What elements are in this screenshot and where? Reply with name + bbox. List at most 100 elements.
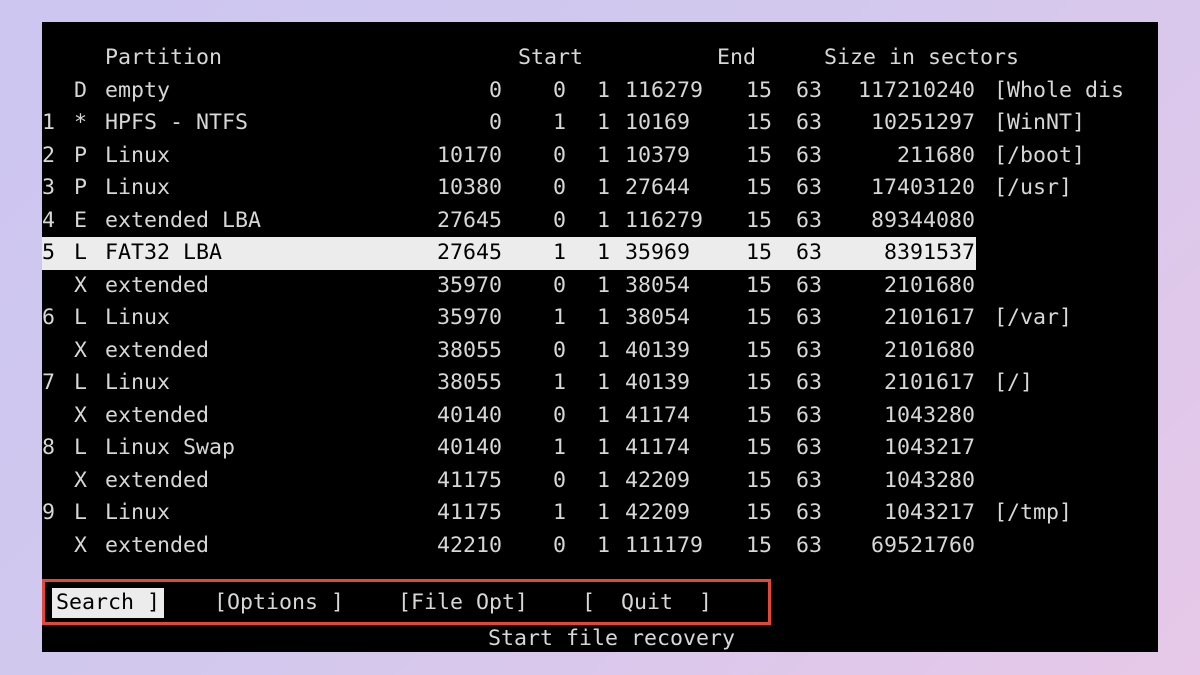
partition-row[interactable]: 3 P Linux 10380 0 1 27644 15 63 17403120 [/usr] [42, 172, 1158, 205]
start-head: 1 [552, 110, 566, 135]
end-sector: 63 [795, 532, 822, 558]
menu-file-opt-button[interactable]: [File Opt] [398, 588, 528, 618]
start-head: 1 [552, 500, 566, 525]
status-line: Start file recovery [488, 626, 736, 651]
start-cylinder: 27645 [436, 240, 502, 265]
start-cylinder: 35970 [436, 272, 502, 298]
partition-row[interactable]: Xextended 35970 0 1 38054 15 63 2101680 [42, 270, 1158, 303]
partition-name: Linux Swap [105, 435, 236, 460]
partition-name: FAT32 LBA [105, 240, 223, 265]
partition-label: [WinNT] [994, 110, 1086, 135]
partition-label: [/var] [994, 305, 1073, 330]
size-in-sectors: 8391537 [883, 240, 975, 265]
header-start: Start [518, 45, 584, 70]
end-cylinder: 38054 [625, 305, 691, 330]
menu-search-button[interactable]: Search ] [52, 588, 165, 618]
partition-row[interactable]: Xextended 38055 0 1 40139 15 63 2101680 [42, 335, 1158, 368]
end-sector: 63 [795, 402, 822, 428]
partition-type-flag: X [74, 467, 88, 493]
partition-row[interactable]: Xextended 42210 0 1 111179 15 63 69521760 [42, 530, 1158, 563]
partition-row[interactable]: 8 L Linux Swap 40140 1 1 41174 15 63 1043217 [42, 432, 1158, 465]
end-head: 15 [745, 370, 772, 395]
partition-name: empty [105, 77, 171, 103]
end-head: 15 [745, 337, 772, 363]
partition-type-flag: D [74, 77, 88, 103]
end-cylinder: 10169 [625, 110, 691, 135]
size-in-sectors: 89344080 [870, 207, 975, 233]
menu-quit-button[interactable]: [ Quit ] [582, 588, 712, 618]
start-sector: 1 [596, 305, 610, 330]
start-sector: 1 [596, 337, 610, 363]
partition-row[interactable]: 4 Eextended LBA 27645 0 1 116279 15 63 89344080 [42, 205, 1158, 238]
size-in-sectors: 17403120 [870, 175, 975, 200]
start-cylinder: 38055 [436, 337, 502, 363]
start-head: 0 [552, 337, 566, 363]
end-sector: 63 [795, 175, 822, 200]
end-sector: 63 [795, 207, 822, 233]
partition-row[interactable]: 9 L Linux 41175 1 1 42209 15 63 1043217 [/tmp] [42, 497, 1158, 530]
start-cylinder: 0 [488, 77, 502, 103]
partition-row-selected[interactable]: 5 L FAT32 LBA 27645 1 1 35969 15 63 8391537 [42, 237, 976, 270]
partition-number: 4 [42, 207, 56, 233]
end-sector: 63 [795, 77, 822, 103]
end-cylinder: 38054 [625, 272, 691, 298]
start-cylinder: 42210 [436, 532, 502, 558]
partition-name: extended [105, 532, 210, 558]
partition-row[interactable]: Dempty 0 0 1 116279 15 63 117210240 [Whole dis [42, 75, 1158, 108]
end-sector: 63 [795, 337, 822, 363]
start-head: 0 [552, 142, 566, 168]
partition-number: 2 [42, 142, 56, 168]
start-cylinder: 41175 [436, 500, 502, 525]
start-cylinder: 10170 [436, 142, 502, 168]
start-sector: 1 [596, 175, 610, 200]
start-sector: 1 [596, 532, 610, 558]
size-in-sectors: 1043217 [883, 435, 975, 460]
header-size: Size in sectors [824, 45, 1020, 70]
start-sector: 1 [596, 402, 610, 428]
end-cylinder: 41174 [625, 435, 691, 460]
end-cylinder: 27644 [625, 175, 691, 200]
end-cylinder: 116279 [625, 207, 704, 233]
partition-number: 7 [42, 370, 56, 395]
start-cylinder: 41175 [436, 467, 502, 493]
partition-row[interactable]: 2 P Linux 10170 0 1 10379 15 63 211680 [/boot] [42, 140, 1158, 173]
header-partition: Partition [105, 45, 223, 70]
end-cylinder: 42209 [625, 500, 691, 525]
end-sector: 63 [795, 500, 822, 525]
partition-number: 3 [42, 175, 56, 200]
size-in-sectors: 69521760 [870, 532, 975, 558]
end-head: 15 [745, 110, 772, 135]
end-head: 15 [745, 467, 772, 493]
partition-label: [/boot] [994, 142, 1086, 168]
partition-type-flag: * [74, 110, 88, 135]
end-head: 15 [745, 240, 772, 265]
end-head: 15 [745, 532, 772, 558]
end-head: 15 [745, 142, 772, 168]
size-in-sectors: 2101617 [883, 305, 975, 330]
partition-row[interactable]: 6 L Linux 35970 1 1 38054 15 63 2101617 [/var] [42, 302, 1158, 335]
size-in-sectors: 211680 [896, 142, 975, 168]
partition-type-flag: L [74, 435, 88, 460]
size-in-sectors: 1043217 [883, 500, 975, 525]
size-in-sectors: 1043280 [883, 467, 975, 493]
table-header: Partition Start End Size in sectors [42, 42, 1158, 75]
start-cylinder: 27645 [436, 207, 502, 233]
partition-name: extended [105, 272, 210, 298]
partition-type-flag: L [74, 370, 88, 395]
partition-number: 9 [42, 500, 56, 525]
partition-row[interactable]: Xextended 40140 0 1 41174 15 63 1043280 [42, 400, 1158, 433]
partition-row[interactable]: Xextended 41175 0 1 42209 15 63 1043280 [42, 465, 1158, 498]
partition-name: Linux [105, 500, 171, 525]
end-sector: 63 [795, 435, 822, 460]
partition-name: extended LBA [105, 207, 262, 233]
start-sector: 1 [596, 142, 610, 168]
partition-type-flag: P [74, 142, 88, 168]
end-head: 15 [745, 435, 772, 460]
menu-options-button[interactable]: [Options ] [214, 588, 344, 618]
partition-row[interactable]: 1 * HPFS - NTFS 0 1 1 10169 15 63 10251297 [WinNT] [42, 107, 1158, 140]
start-head: 0 [552, 402, 566, 428]
partition-type-flag: X [74, 337, 88, 363]
end-cylinder: 40139 [625, 337, 691, 363]
partition-row[interactable]: 7 L Linux 38055 1 1 40139 15 63 2101617 [/] [42, 367, 1158, 400]
partition-number: 1 [42, 110, 56, 135]
